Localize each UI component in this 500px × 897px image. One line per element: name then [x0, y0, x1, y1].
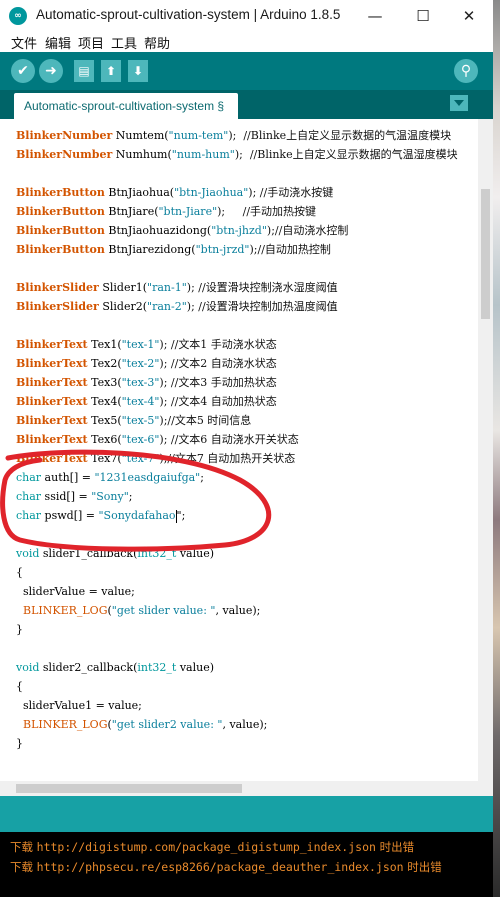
- code-line: }: [16, 737, 23, 750]
- code-line: BLINKER_LOG("get slider2 value: ", value…: [16, 718, 268, 731]
- menu-bar: 文件 编辑 项目 工具 帮助: [0, 32, 493, 52]
- code-line: void slider1_callback(int32_t value): [16, 547, 215, 560]
- tab-menu-button[interactable]: [450, 95, 468, 111]
- vertical-scrollbar[interactable]: [478, 119, 493, 781]
- code-line: BlinkerButton BtnJiaohuazidong("btn-jhzd…: [16, 224, 349, 237]
- arrow-up-icon: ⬆: [105, 64, 117, 78]
- vertical-scroll-thumb[interactable]: [481, 189, 490, 319]
- code-line: {: [16, 566, 23, 579]
- toolbar: ✔ ➜ ▤ ⬆ ⬇ ⚲: [0, 52, 493, 90]
- code-line: BlinkerText Tex6("tex-6"); //文本6 自动浇水开关状…: [16, 433, 299, 446]
- menu-help[interactable]: 帮助: [144, 33, 170, 52]
- menu-file[interactable]: 文件: [11, 33, 37, 52]
- verify-button[interactable]: ✔: [11, 59, 35, 83]
- checkmark-icon: ✔: [17, 63, 29, 79]
- code-line: BlinkerNumber Numhum("num-hum"); //Blink…: [16, 148, 458, 161]
- code-line: char ssid[] = "Sony";: [16, 490, 133, 503]
- status-divider[interactable]: [0, 796, 493, 832]
- serial-monitor-button[interactable]: ⚲: [454, 59, 478, 83]
- close-button[interactable]: ✕: [446, 0, 492, 32]
- code-line: }: [16, 623, 23, 636]
- console-line: 下载 http://digistump.com/package_digistum…: [10, 840, 415, 854]
- magnifier-icon: ⚲: [460, 63, 472, 79]
- code-line: BlinkerSlider Slider2("ran-2"); //设置滑块控制…: [16, 300, 338, 313]
- code-line: BlinkerText Tex1("tex-1"); //文本1 手动浇水状态: [16, 338, 277, 351]
- arrow-down-icon: ⬇: [132, 64, 144, 78]
- code-editor[interactable]: BlinkerNumber Numtem("num-tem"); //Blink…: [0, 119, 478, 781]
- code-line: char pswd[] = "Sonydafahao";: [16, 509, 186, 523]
- minimize-button[interactable]: —: [352, 0, 398, 32]
- window-title: Automatic-sprout-cultivation-system | Ar…: [36, 7, 341, 22]
- arduino-icon: ∞: [9, 7, 27, 25]
- code-line: BlinkerText Tex2("tex-2"); //文本2 自动浇水状态: [16, 357, 277, 370]
- code-line: sliderValue1 = value;: [16, 699, 142, 712]
- arrow-right-icon: ➜: [45, 63, 57, 79]
- code-line: BlinkerText Tex7("tex-7");//文本7 自动加热开关状态: [16, 452, 296, 465]
- horizontal-scrollbar[interactable]: [0, 781, 493, 796]
- code-line: BlinkerSlider Slider1("ran-1"); //设置滑块控制…: [16, 281, 338, 294]
- code-line: BlinkerText Tex4("tex-4"); //文本4 自动加热状态: [16, 395, 277, 408]
- desktop-background: [493, 0, 500, 897]
- horizontal-scroll-thumb[interactable]: [16, 784, 242, 793]
- open-button[interactable]: ⬆: [101, 60, 121, 82]
- console-output: 下载 http://digistump.com/package_digistum…: [0, 832, 493, 897]
- code-line: BLINKER_LOG("get slider value: ", value)…: [16, 604, 261, 617]
- save-button[interactable]: ⬇: [128, 60, 148, 82]
- code-line: BlinkerText Tex5("tex-5");//文本5 时间信息: [16, 414, 252, 427]
- code-line: BlinkerButton BtnJiare("btn-Jiare"); //手…: [16, 205, 317, 218]
- code-line: BlinkerButton BtnJiaohua("btn-Jiaohua");…: [16, 186, 334, 199]
- code-line: sliderValue = value;: [16, 585, 135, 598]
- code-line: BlinkerText Tex3("tex-3"); //文本3 手动加热状态: [16, 376, 277, 389]
- menu-edit[interactable]: 编辑: [45, 33, 71, 52]
- code-line: char auth[] = "1231easdgaiufga";: [16, 471, 204, 484]
- new-sketch-button[interactable]: ▤: [74, 60, 94, 82]
- code-line: BlinkerNumber Numtem("num-tem"); //Blink…: [16, 129, 452, 142]
- menu-sketch[interactable]: 项目: [78, 33, 104, 52]
- arduino-ide-window: ∞ Automatic-sprout-cultivation-system | …: [0, 0, 493, 897]
- tab-sketch[interactable]: Automatic-sprout-cultivation-system §: [14, 93, 238, 119]
- code-line: void slider2_callback(int32_t value): [16, 661, 215, 674]
- console-line: 下载 http://phpsecu.re/esp8266/package_dea…: [10, 860, 442, 874]
- maximize-button[interactable]: ☐: [400, 0, 446, 32]
- title-bar: ∞ Automatic-sprout-cultivation-system | …: [0, 0, 493, 32]
- code-line: BlinkerButton BtnJiarezidong("btn-jrzd")…: [16, 243, 331, 256]
- chevron-down-icon: [454, 100, 464, 106]
- upload-button[interactable]: ➜: [39, 59, 63, 83]
- document-icon: ▤: [78, 64, 90, 78]
- tab-bar: Automatic-sprout-cultivation-system §: [0, 90, 493, 119]
- menu-tools[interactable]: 工具: [111, 33, 137, 52]
- code-line: {: [16, 680, 23, 693]
